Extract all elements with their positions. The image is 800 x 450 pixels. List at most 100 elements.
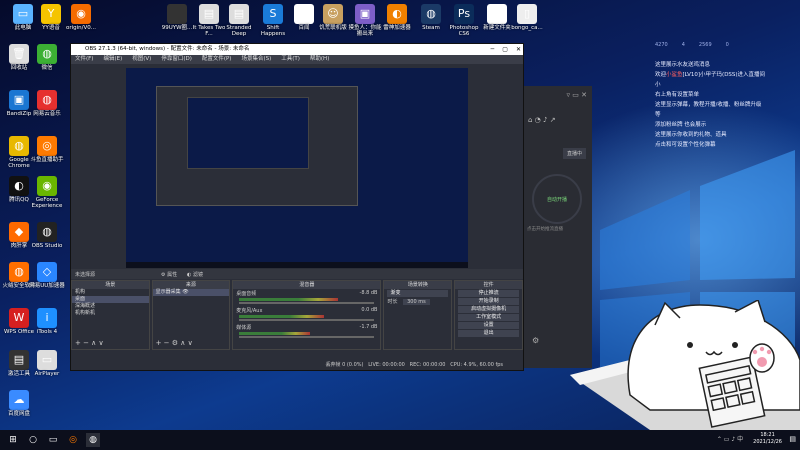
desktop-icon[interactable]: ▭ AirPlayer — [28, 350, 66, 377]
douyu-taskbar-icon[interactable]: ◎ — [66, 433, 80, 447]
status-dropped: 丢弃帧 0 (0.0%) — [325, 362, 364, 368]
chat-overlay: 4270 4 2569 0 这里展示水友送鸡消息 欢迎小鲨鱼[LV10]小甲子玛(… — [655, 40, 795, 150]
menu-item[interactable]: 视图(V) — [132, 55, 151, 64]
transition-select[interactable]: 渐变 — [387, 290, 449, 297]
desktop-icon[interactable]: ◇ 网易UU加速器 — [28, 262, 66, 289]
maximize-icon[interactable]: ▢ — [502, 44, 508, 55]
desktop-icon-label: AirPlayer — [34, 371, 60, 377]
scene-item[interactable]: 桌面 — [72, 296, 149, 303]
app-icon: ◍ — [37, 222, 57, 242]
desktop-icon[interactable]: ☁ 百度网盘 — [0, 390, 38, 417]
controls-header: 控件 — [455, 281, 522, 289]
volume-slider[interactable] — [239, 336, 375, 338]
auto-live-label: 自动开播 — [546, 197, 567, 203]
visibility-icon[interactable]: 👁 — [181, 289, 188, 295]
menu-item[interactable]: 文件(F) — [75, 55, 93, 64]
chat-text: 这里展示水友送鸡消息 — [655, 62, 711, 68]
app-icon: ☷ — [294, 4, 314, 24]
app-icon: ▤ — [199, 4, 219, 24]
desktop-icon[interactable]: ◎ 斗鱼直播助手 — [28, 136, 66, 163]
volume-slider[interactable] — [239, 302, 375, 304]
app-icon: ◍ — [37, 44, 57, 64]
desktop-icon[interactable]: i iTools 4 — [28, 308, 66, 335]
close-icon[interactable]: ✕ — [516, 44, 521, 55]
obs-titlebar: OBS 27.1.3 (64-bit, windows) - 配置文件: 未命名… — [71, 44, 523, 55]
volume-meter — [239, 332, 310, 335]
task-view-icon[interactable]: ▭ — [46, 433, 60, 447]
menu-item[interactable]: 帮助(H) — [310, 55, 329, 64]
search-icon[interactable]: ○ — [26, 433, 40, 447]
window-controls: ─ ▢ ✕ — [491, 44, 521, 55]
app-icon: ▤ — [487, 4, 507, 24]
control-button[interactable]: 退出 — [458, 330, 519, 337]
app-icon: W — [9, 308, 29, 328]
live-status-button[interactable]: 直播中 — [562, 148, 586, 159]
desktop-icon[interactable]: ◉ GeForce Experience — [28, 176, 66, 209]
transition-duration-row: 时长 300 ms — [384, 298, 451, 305]
obs-preview[interactable] — [126, 68, 468, 268]
filters-button[interactable]: ◐ 滤镜 — [187, 271, 203, 278]
desktop-icon[interactable]: ▯ bongo_ca... — [508, 4, 546, 31]
volume-slider[interactable] — [239, 319, 375, 321]
sources-dock: 来源 显示器采集 👁 + − ⚙ ∧ ∨ — [151, 280, 231, 350]
sources-list: 显示器采集 👁 — [152, 289, 230, 296]
app-icon: ◆ — [9, 222, 29, 242]
start-icon[interactable]: ⊞ — [6, 433, 20, 447]
chat-username: 小鲨鱼 — [666, 72, 683, 78]
app-icon: ☁ — [9, 390, 29, 410]
properties-label: 属性 — [167, 272, 178, 278]
desktop-icon[interactable]: ◉ origin/V0... — [62, 4, 100, 31]
transitions-dock: 场景转换 渐变 时长 300 ms — [383, 280, 453, 350]
source-item[interactable]: 显示器采集 👁 — [152, 289, 230, 296]
minimize-icon[interactable]: ─ — [491, 44, 495, 55]
notification-icon[interactable]: ▤ — [789, 435, 796, 443]
chat-text: 欢迎 — [655, 72, 667, 78]
app-icon: Ps — [454, 4, 474, 24]
menu-item[interactable]: 场景集合(S) — [241, 55, 271, 64]
control-button[interactable]: 开始录制 — [458, 298, 519, 305]
scene-item[interactable]: 深海概述 — [72, 303, 149, 310]
chat-text: 这里显示弹幕，教程开播/收播、粉丝牌升级 — [655, 102, 762, 108]
desktop-icon-label: iTools 4 — [36, 329, 58, 335]
scenes-tools[interactable]: + − ∧ ∨ — [75, 339, 104, 347]
source-label: 显示器采集 — [155, 289, 181, 295]
scene-item[interactable]: 机构新机 — [72, 310, 149, 317]
desktop-icon[interactable]: ▤ Stranded Deep — [220, 4, 258, 37]
control-button[interactable]: 设置 — [458, 322, 519, 329]
app-icon: ▣ — [355, 4, 375, 24]
clock[interactable]: 18:21 2021/12/26 — [753, 432, 782, 446]
desktop-icon[interactable]: ◍ 网易云音乐 — [28, 90, 66, 117]
control-button[interactable]: 停止推流 — [458, 290, 519, 297]
menu-item[interactable]: 停靠窗口(D) — [161, 55, 192, 64]
chat-text: 添加粉丝牌 也会展示 — [655, 122, 707, 128]
obs-window: OBS 27.1.3 (64-bit, windows) - 配置文件: 未命名… — [70, 43, 524, 371]
transitions-header: 场景转换 — [384, 281, 452, 289]
chat-line: 等 — [655, 110, 795, 120]
chat-text: 这里展示你收到的礼物、道具 — [655, 132, 727, 138]
sources-tools[interactable]: + − ⚙ ∧ ∨ — [156, 339, 193, 347]
desktop-icon-label: 斗鱼直播助手 — [30, 157, 64, 163]
menu-item[interactable]: 工具(T) — [281, 55, 300, 64]
tray-icons[interactable]: ⌃ ▭ ♪ 中 — [700, 433, 760, 447]
menu-item[interactable]: 配置文件(P) — [202, 55, 232, 64]
chat-line: 这里显示弹幕，教程开播/收播、粉丝牌升级 — [655, 100, 795, 110]
obs-taskbar-icon[interactable]: ◍ — [86, 433, 100, 447]
desktop-icon[interactable]: ◍ OBS Studio — [28, 222, 66, 249]
desktop-icon[interactable]: ◐ 雷神加速器 — [378, 4, 416, 31]
panel-settings-icon[interactable]: ⚙ — [532, 336, 539, 345]
desktop-icon[interactable]: ◍ 微信 — [28, 44, 66, 71]
app-icon: ◇ — [37, 262, 57, 282]
track-name: 桌面音频 — [236, 291, 257, 297]
desktop-icon-label: 微信 — [41, 65, 53, 71]
scene-item[interactable]: 机构 — [72, 289, 149, 296]
chat-line: 欢迎小鲨鱼[LV10]小甲子玛(DSS)进入直播间 — [655, 70, 795, 80]
menu-item[interactable]: 编辑(E) — [103, 55, 122, 64]
control-button[interactable]: 工作室模式 — [458, 314, 519, 321]
control-button[interactable]: 启动虚拟摄像机 — [458, 306, 519, 313]
app-icon: ◉ — [71, 4, 91, 24]
properties-button[interactable]: ⚙ 属性 — [161, 271, 177, 278]
preview-nested-screen — [156, 86, 358, 206]
duration-input[interactable]: 300 ms — [403, 299, 430, 305]
chat-text-tail: [LV10]小甲子玛(DSS)进入直播间 — [682, 72, 766, 78]
preview-inner-screen — [187, 97, 309, 169]
